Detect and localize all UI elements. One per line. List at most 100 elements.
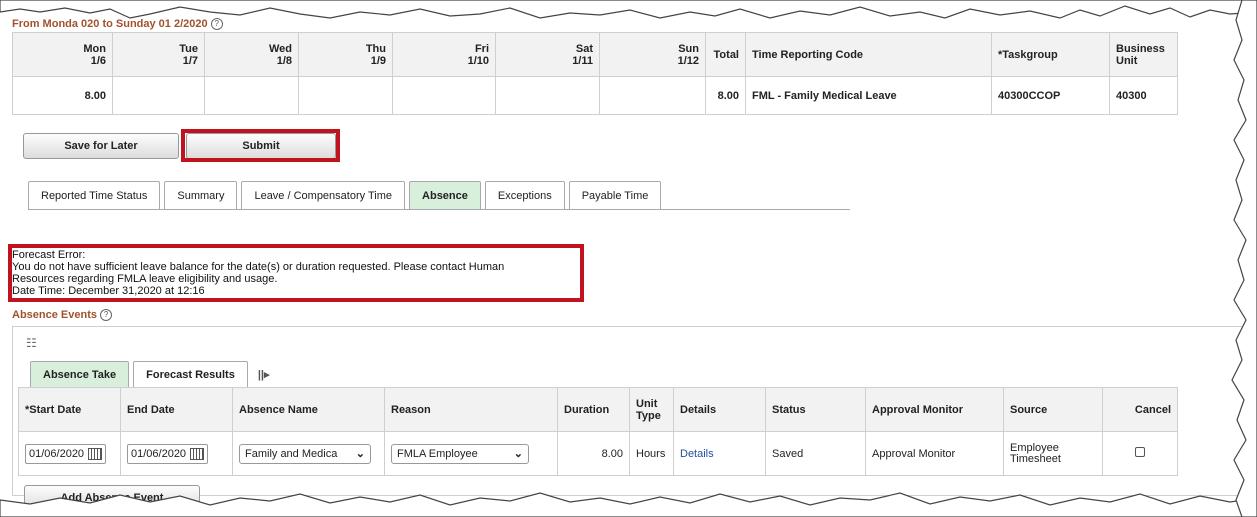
tab-payable-time[interactable]: Payable Time bbox=[568, 181, 662, 209]
day-date: 1/6 bbox=[90, 54, 106, 67]
duration-cell: 8.00 bbox=[557, 431, 630, 476]
end-date-cell: 01/06/2020 bbox=[120, 431, 233, 476]
unit-type-header: Unit Type bbox=[629, 387, 674, 432]
error-line: You do not have sufficient leave balance… bbox=[12, 261, 505, 273]
bu-header-line1: Business bbox=[1116, 42, 1165, 55]
day-date: 1/12 bbox=[677, 54, 699, 67]
hours-cell[interactable] bbox=[392, 76, 496, 115]
tab-reported-time-status[interactable]: Reported Time Status bbox=[28, 181, 161, 209]
end-date-header: End Date bbox=[120, 387, 233, 432]
torn-edge-right bbox=[1231, 0, 1257, 517]
trc-cell: FML - Family Medical Leave bbox=[745, 76, 992, 115]
day-date: 1/7 bbox=[182, 54, 198, 67]
error-line: Resources regarding FMLA leave eligibili… bbox=[12, 273, 278, 285]
forecast-error-message: Forecast Error: You do not have sufficie… bbox=[12, 249, 578, 297]
day-name: Wed bbox=[268, 42, 292, 55]
day-header: Sat 1/11 bbox=[495, 32, 600, 77]
day-header: Sun 1/12 bbox=[599, 32, 706, 77]
timesheet-row: 8.00 8.00 FML - Family Medical Leave 403… bbox=[12, 76, 1178, 115]
tab-absence-take[interactable]: Absence Take bbox=[30, 361, 130, 387]
cancel-header: Cancel bbox=[1102, 387, 1178, 432]
source-line2: Timesheet bbox=[1010, 452, 1061, 465]
help-icon[interactable]: ? bbox=[100, 309, 113, 322]
hours-cell[interactable] bbox=[599, 76, 706, 115]
end-date-input[interactable]: 01/06/2020 bbox=[127, 443, 209, 464]
chevron-down-icon: ⌄ bbox=[355, 448, 365, 460]
reason-cell: FMLA Employee ⌄ bbox=[384, 431, 558, 476]
day-header: Tue 1/7 bbox=[112, 32, 205, 77]
hours-cell[interactable]: 8.00 bbox=[12, 76, 113, 115]
duration-header: Duration bbox=[557, 387, 630, 432]
unit-type-line1: Unit bbox=[636, 397, 658, 410]
save-for-later-button[interactable]: Save for Later bbox=[23, 133, 179, 159]
day-name: Sun bbox=[678, 42, 699, 55]
business-unit-cell: 40300 bbox=[1109, 76, 1178, 115]
trc-header: Time Reporting Code bbox=[745, 32, 992, 77]
timesheet-tabs: Reported Time Status Summary Leave / Com… bbox=[28, 181, 665, 209]
source-cell: Employee Timesheet bbox=[1003, 431, 1103, 476]
source-header: Source bbox=[1003, 387, 1103, 432]
hours-cell[interactable] bbox=[204, 76, 299, 115]
unit-type-cell: Hours bbox=[629, 431, 674, 476]
start-date-input[interactable]: 01/06/2020 bbox=[25, 443, 107, 464]
absence-events-title: Absence Events ? bbox=[12, 309, 113, 322]
day-header: Fri 1/10 bbox=[392, 32, 496, 77]
hours-cell[interactable] bbox=[298, 76, 393, 115]
tab-forecast-results[interactable]: Forecast Results bbox=[133, 361, 248, 387]
torn-edge-bottom bbox=[0, 492, 1257, 517]
approval-monitor-cell[interactable]: Approval Monitor bbox=[865, 431, 1004, 476]
absence-events-title-text: Absence Events bbox=[12, 309, 97, 321]
day-header: Thu 1/9 bbox=[298, 32, 393, 77]
absence-events-grid: *Start Date End Date Absence Name Reason… bbox=[18, 387, 1178, 476]
reason-header: Reason bbox=[384, 387, 558, 432]
tab-leave-compensatory-time[interactable]: Leave / Compensatory Time bbox=[241, 181, 406, 209]
end-date-value: 01/06/2020 bbox=[131, 447, 187, 460]
chevron-down-icon: ⌄ bbox=[513, 448, 523, 460]
day-date: 1/11 bbox=[572, 54, 593, 67]
hours-cell[interactable] bbox=[112, 76, 205, 115]
details-header: Details bbox=[673, 387, 766, 432]
reason-select[interactable]: FMLA Employee ⌄ bbox=[391, 443, 529, 464]
absence-grid-tabs: Absence Take Forecast Results ||▸ bbox=[30, 361, 270, 387]
day-date: 1/10 bbox=[467, 54, 489, 67]
timesheet-grid: Mon 1/6 Tue 1/7 Wed 1/8 Thu 1/9 Fri 1/10 Sat 1… bbox=[12, 32, 1178, 115]
total-header: Total bbox=[705, 32, 746, 77]
absence-name-cell: Family and Medica ⌄ bbox=[232, 431, 385, 476]
day-date: 1/8 bbox=[276, 54, 292, 67]
timesheet-header-row: Mon 1/6 Tue 1/7 Wed 1/8 Thu 1/9 Fri 1/10 Sat 1… bbox=[12, 32, 1178, 77]
tab-absence[interactable]: Absence bbox=[409, 181, 481, 209]
day-name: Tue bbox=[179, 42, 198, 55]
day-header: Wed 1/8 bbox=[204, 32, 299, 77]
absence-name-select[interactable]: Family and Medica ⌄ bbox=[239, 443, 371, 464]
business-unit-header: Business Unit bbox=[1109, 32, 1178, 77]
tab-exceptions[interactable]: Exceptions bbox=[484, 181, 565, 209]
day-header: Mon 1/6 bbox=[12, 32, 113, 77]
calendar-icon[interactable] bbox=[88, 447, 103, 460]
torn-edge-top bbox=[0, 0, 1257, 19]
reason-value: FMLA Employee bbox=[397, 447, 478, 460]
tab-divider bbox=[28, 209, 850, 210]
day-name: Mon bbox=[83, 42, 106, 55]
details-cell: Details bbox=[673, 431, 766, 476]
start-date-header: *Start Date bbox=[18, 387, 121, 432]
day-name: Sat bbox=[575, 42, 593, 55]
personalize-grid-icon[interactable]: ☷ bbox=[26, 336, 37, 350]
day-name: Fri bbox=[474, 42, 489, 55]
show-all-columns-icon[interactable]: ||▸ bbox=[258, 368, 270, 381]
day-date: 1/9 bbox=[370, 54, 386, 67]
bu-header-line2: Unit bbox=[1116, 54, 1138, 67]
error-title: Forecast Error: bbox=[12, 249, 86, 261]
cancel-cell bbox=[1102, 431, 1178, 476]
status-header: Status bbox=[765, 387, 866, 432]
status-cell: Saved bbox=[765, 431, 866, 476]
start-date-value: 01/06/2020 bbox=[29, 447, 85, 460]
unit-type-line2: Type bbox=[636, 409, 661, 422]
hours-cell[interactable] bbox=[495, 76, 600, 115]
tab-summary[interactable]: Summary bbox=[164, 181, 238, 209]
total-cell: 8.00 bbox=[705, 76, 746, 115]
error-datetime: Date Time: December 31,2020 at 12:16 bbox=[12, 285, 205, 297]
cancel-checkbox[interactable] bbox=[1135, 447, 1145, 457]
taskgroup-header: *Taskgroup bbox=[991, 32, 1110, 77]
calendar-icon[interactable] bbox=[190, 447, 205, 460]
details-link[interactable]: Details bbox=[680, 448, 714, 460]
